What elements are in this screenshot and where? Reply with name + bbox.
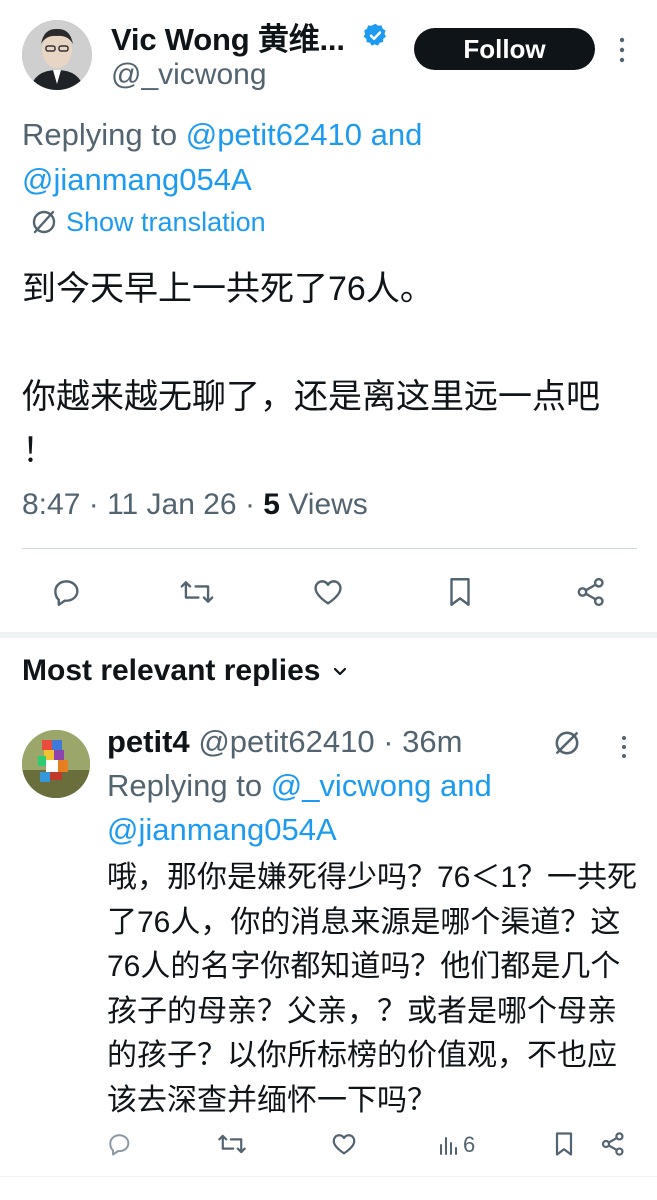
replies-sort-label[interactable]: Most relevant replies: [22, 654, 320, 688]
retweet-icon[interactable]: [177, 572, 217, 612]
verified-badge-icon: [362, 22, 389, 49]
replying-to: Replying to @petit62410 and @jianmang054…: [22, 112, 622, 202]
mention-link[interactable]: @jianmang054A: [22, 162, 252, 197]
reply-icon[interactable]: [46, 572, 86, 612]
reply-replying-to: Replying to @_vicwong and @jianmang054A: [107, 764, 627, 852]
divider: [0, 1176, 657, 1177]
section-separator: [0, 632, 657, 638]
grok-icon[interactable]: [552, 728, 584, 760]
reply-icon[interactable]: [100, 1125, 138, 1163]
views-label: Views: [288, 488, 368, 521]
meta-separator: ·: [80, 488, 108, 521]
mention-link[interactable]: @petit62410: [186, 117, 362, 152]
retweet-icon[interactable]: [213, 1125, 251, 1163]
reply-age[interactable]: 36m: [402, 724, 462, 759]
views-icon: [440, 1137, 457, 1155]
chevron-down-icon: [334, 667, 347, 676]
reply-text: 哦，那你是嫌死得少吗？76＜1？一共死了76人，你的消息来源是哪个渠道？这76人…: [107, 861, 638, 1117]
bookmark-icon[interactable]: [545, 1125, 583, 1163]
translate-icon: [32, 210, 56, 234]
reply-author-name[interactable]: petit4: [107, 724, 190, 759]
tweet-text: 到今天早上一共死了76人。 你越来越无聊了，还是离这里远一点吧 ！: [22, 262, 642, 478]
replying-and[interactable]: and: [362, 117, 423, 152]
more-icon[interactable]: [612, 32, 632, 68]
reply-views-count: 6: [463, 1132, 476, 1157]
author-avatar[interactable]: [22, 20, 92, 90]
follow-button[interactable]: Follow: [414, 28, 595, 70]
divider: [22, 548, 637, 549]
replying-to-prefix: Replying to: [22, 117, 186, 152]
reply-header: petit4 @petit62410 · 36m: [107, 724, 462, 760]
replies-sort-dropdown[interactable]: Most relevant replies: [22, 654, 350, 688]
mention-link[interactable]: @jianmang054A: [107, 812, 337, 847]
mention-link[interactable]: @_vicwong: [271, 768, 432, 803]
show-translation-link[interactable]: Show translation: [22, 204, 266, 240]
share-icon[interactable]: [571, 572, 611, 612]
views-button[interactable]: 6: [438, 1131, 475, 1159]
author-handle[interactable]: @_vicwong: [111, 58, 267, 92]
show-translation-label[interactable]: Show translation: [66, 207, 266, 238]
views-count: 5: [263, 488, 280, 521]
like-icon[interactable]: [308, 572, 348, 612]
reply-author-handle[interactable]: @petit62410: [198, 724, 374, 759]
tweet-time[interactable]: 8:47: [22, 488, 80, 521]
bookmark-icon[interactable]: [440, 572, 480, 612]
meta-separator: ·: [236, 488, 264, 521]
tweet-date[interactable]: 11 Jan 26: [107, 488, 237, 521]
tweet-text-line: 你越来越无聊了，还是离这里远一点吧 ！: [22, 378, 600, 470]
like-icon[interactable]: [325, 1125, 363, 1163]
meta-separator: ·: [374, 724, 403, 759]
reply-more-icon[interactable]: [614, 732, 634, 762]
tweet-meta: 8:47 · 11 Jan 26 · 5 Views: [22, 488, 368, 522]
reply-author-avatar[interactable]: [22, 730, 90, 798]
replying-and[interactable]: and: [431, 768, 492, 803]
replying-to-prefix: Replying to: [107, 768, 271, 803]
author-display-name[interactable]: Vic Wong 黄维...: [111, 14, 345, 59]
share-icon[interactable]: [594, 1125, 632, 1163]
tweet-text-line: 到今天早上一共死了76人。: [22, 270, 434, 308]
